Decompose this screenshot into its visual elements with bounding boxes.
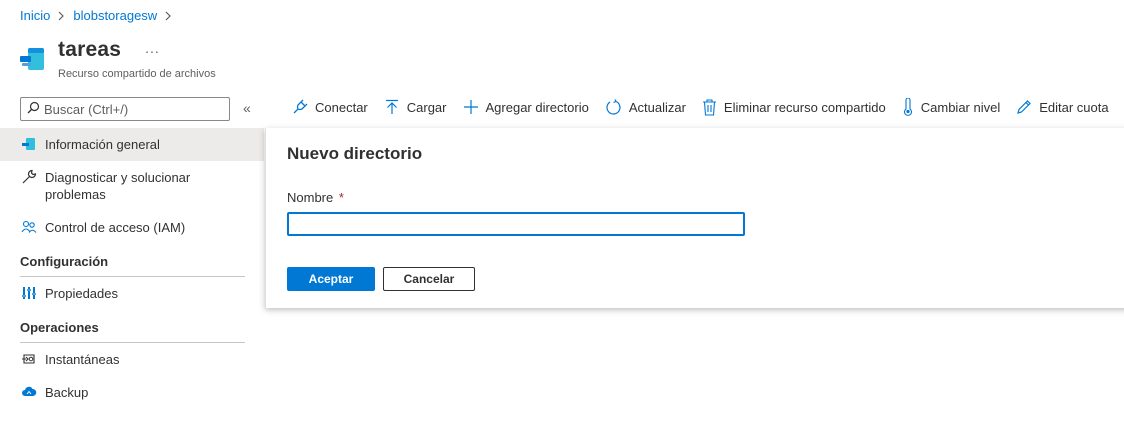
sidebar-item-iam[interactable]: Control de acceso (IAM)	[0, 211, 264, 244]
section-heading-configuration: Configuración	[20, 244, 245, 277]
connect-label: Conectar	[315, 99, 368, 115]
sidebar-item-label: Diagnosticar y solucionar problemas	[45, 170, 191, 202]
file-share-icon	[18, 42, 50, 74]
sidebar-item-label: Control de acceso (IAM)	[45, 220, 186, 235]
pencil-icon	[1017, 100, 1032, 114]
plus-icon	[463, 100, 478, 114]
name-label-text: Nombre	[287, 190, 334, 205]
page-subtitle: Recurso compartido de archivos	[58, 68, 216, 80]
chevron-right-icon	[165, 11, 172, 21]
change-tier-button[interactable]: Cambiar nivel	[902, 98, 1000, 116]
page-title: tareas	[58, 38, 122, 61]
add-directory-label: Agregar directorio	[485, 99, 589, 115]
search-icon	[27, 101, 40, 117]
more-options-button[interactable]: ...	[145, 40, 160, 56]
cancel-button[interactable]: Cancelar	[383, 267, 475, 291]
edit-quota-label: Editar cuota	[1039, 99, 1109, 115]
refresh-label: Actualizar	[628, 99, 686, 115]
upload-icon	[385, 99, 398, 114]
breadcrumb: Inicio blobstoragesw	[20, 8, 180, 23]
sidebar-item-label: Instantáneas	[45, 352, 120, 367]
sidebar-item-diagnose[interactable]: Diagnosticar y solucionar problemas	[0, 161, 264, 211]
people-icon	[20, 219, 38, 235]
refresh-button[interactable]: Actualizar	[605, 98, 686, 116]
sidebar-item-label: Información general	[45, 137, 160, 152]
delete-share-label: Eliminar recurso compartido	[723, 99, 886, 115]
file-share-icon	[20, 136, 38, 152]
section-heading-operations: Operaciones	[20, 310, 245, 343]
accept-button[interactable]: Aceptar	[287, 267, 375, 291]
new-directory-dialog: Nuevo directorio Nombre * Aceptar Cancel…	[265, 128, 1124, 308]
directory-name-input[interactable]	[287, 212, 745, 236]
properties-icon	[20, 285, 38, 301]
sidebar-item-label: Propiedades	[45, 286, 118, 301]
dialog-title: Nuevo directorio	[287, 144, 423, 163]
add-directory-button[interactable]: Agregar directorio	[463, 99, 589, 115]
resource-header: tareas ... Recurso compartido de archivo…	[18, 38, 216, 80]
sidebar-item-overview[interactable]: Información general	[0, 128, 264, 161]
breadcrumb-home-link[interactable]: Inicio	[20, 8, 50, 23]
sidebar-item-label: Backup	[45, 385, 89, 400]
delete-share-button[interactable]: Eliminar recurso compartido	[702, 98, 886, 116]
refresh-icon	[606, 98, 621, 115]
snapshot-icon	[20, 351, 38, 367]
required-marker: *	[338, 190, 344, 205]
search-input[interactable]	[44, 101, 224, 117]
edit-quota-button[interactable]: Editar cuota	[1016, 99, 1109, 115]
change-tier-label: Cambiar nivel	[920, 99, 1001, 115]
wrench-icon	[20, 169, 38, 185]
upload-button[interactable]: Cargar	[384, 99, 447, 115]
sidebar-item-properties[interactable]: Propiedades	[0, 277, 264, 310]
trash-icon	[702, 98, 716, 116]
search-box	[20, 97, 230, 121]
backup-cloud-icon	[20, 384, 38, 400]
connect-button[interactable]: Conectar	[292, 99, 368, 115]
chevron-right-icon	[58, 11, 65, 21]
thermometer-icon	[903, 98, 912, 116]
breadcrumb-storage-link[interactable]: blobstoragesw	[73, 8, 157, 23]
command-bar: Conectar Cargar Agregar directorio Actua…	[292, 98, 1124, 116]
sidebar-item-backup[interactable]: Backup	[0, 376, 264, 409]
plug-icon	[293, 99, 308, 114]
sidebar-item-snapshots[interactable]: Instantáneas	[0, 343, 264, 376]
upload-label: Cargar	[406, 99, 447, 115]
name-field-label: Nombre *	[287, 190, 344, 205]
sidebar: Información general Diagnosticar y soluc…	[0, 128, 264, 409]
collapse-sidebar-button[interactable]: «	[243, 100, 251, 116]
